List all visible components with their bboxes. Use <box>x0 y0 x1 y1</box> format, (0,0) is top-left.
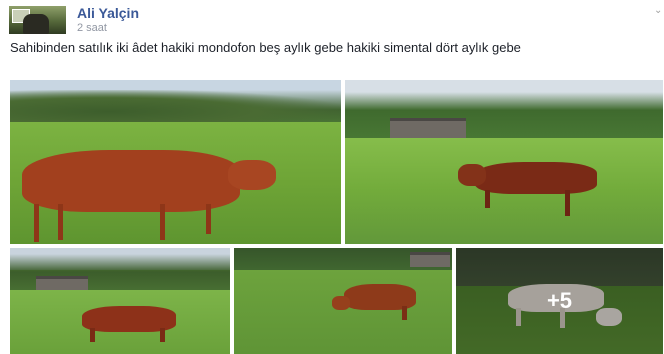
post: Ali Yalçin 2 saat ⌄ Sahibinden satılık i… <box>0 0 664 354</box>
barn <box>410 252 450 267</box>
photo-2[interactable] <box>345 80 663 244</box>
photo-4[interactable] <box>234 248 452 354</box>
author-name[interactable]: Ali Yalçin <box>77 5 139 21</box>
more-options-icon[interactable]: ⌄ <box>654 6 662 16</box>
photo-3[interactable] <box>10 248 230 354</box>
more-photos-overlay[interactable]: +5 <box>456 248 663 354</box>
cow <box>22 150 240 212</box>
photo-5[interactable]: +5 <box>456 248 663 354</box>
post-timestamp[interactable]: 2 saat <box>77 22 107 34</box>
barn <box>36 276 88 291</box>
photo-1[interactable] <box>10 80 341 244</box>
post-text: Sahibinden satılık iki âdet hakiki mondo… <box>10 40 521 55</box>
barn <box>390 118 466 139</box>
cow <box>475 162 597 194</box>
more-photos-count: +5 <box>546 288 573 313</box>
avatar[interactable] <box>9 6 66 34</box>
